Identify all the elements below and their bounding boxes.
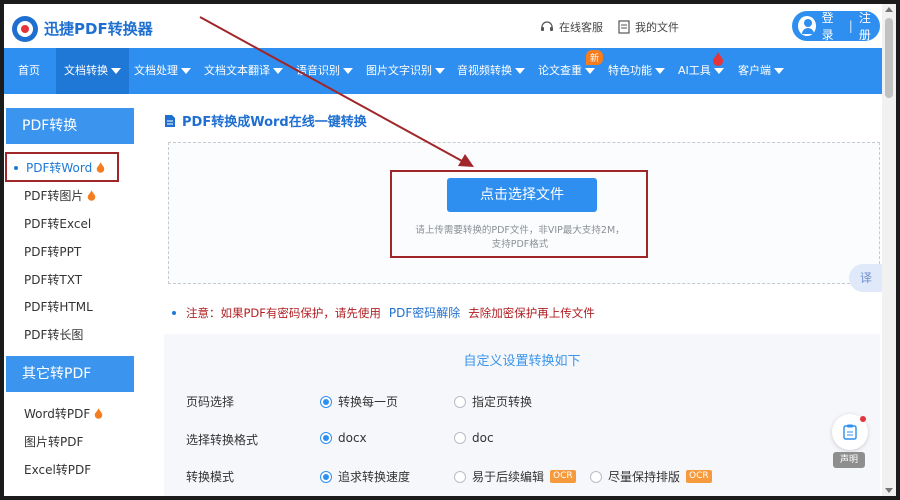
sidebar-item-word-to-pdf[interactable]: Word转PDF bbox=[24, 405, 103, 422]
clipboard-icon bbox=[843, 424, 857, 440]
format-selection-label: 选择转换格式 bbox=[186, 433, 259, 447]
hot-fire-icon bbox=[713, 52, 723, 66]
radio-unchecked-icon bbox=[454, 395, 466, 408]
radio-convert-every-page[interactable]: 转换每一页 bbox=[320, 393, 398, 410]
my-files-label: 我的文件 bbox=[635, 21, 679, 34]
sidebar-item-pdf-to-image[interactable]: PDF转图片 bbox=[24, 187, 96, 204]
sidebar-item-pdf-to-ppt[interactable]: PDF转PPT bbox=[24, 243, 81, 260]
chevron-down-icon bbox=[111, 68, 121, 74]
nav-item-av-convert[interactable]: 音视频转换 bbox=[457, 48, 525, 94]
my-files-link[interactable]: 我的文件 bbox=[618, 19, 679, 35]
hot-fire-icon bbox=[96, 162, 105, 173]
sidebar-item-pdf-to-txt[interactable]: PDF转TXT bbox=[24, 271, 82, 288]
radio-mode-editable[interactable]: 易于后续编辑 OCR bbox=[454, 468, 576, 485]
scroll-up-icon[interactable] bbox=[885, 7, 893, 12]
online-service-label: 在线客服 bbox=[559, 21, 603, 34]
chevron-down-icon bbox=[181, 68, 191, 74]
nav-item-home[interactable]: 首页 bbox=[18, 48, 40, 94]
nav-item-speech[interactable]: 语音识别 bbox=[296, 48, 353, 94]
nav-item-doc-translate[interactable]: 文档文本翻译 bbox=[204, 48, 283, 94]
login-label[interactable]: 登录 bbox=[822, 9, 843, 43]
conversion-mode-label: 转换模式 bbox=[186, 470, 235, 484]
chevron-down-icon bbox=[655, 68, 665, 74]
sidebar-section-other-to-pdf[interactable]: 其它转PDF bbox=[6, 356, 134, 392]
hot-fire-icon bbox=[88, 190, 96, 201]
notice-suffix: 去除加密保护再上传文件 bbox=[468, 305, 595, 320]
radio-unchecked-icon bbox=[454, 470, 466, 483]
chevron-down-icon bbox=[273, 68, 283, 74]
radio-mode-keep-layout[interactable]: 尽量保持排版 OCR bbox=[590, 468, 712, 485]
radio-checked-icon bbox=[320, 395, 332, 408]
main-nav: 首页 文档转换 文档处理 文档文本翻译 语音识别 图片文字识别 音视频转换 论文… bbox=[4, 48, 882, 94]
chevron-down-icon bbox=[435, 68, 445, 74]
statement-label: 声明 bbox=[833, 452, 865, 468]
chevron-down-icon bbox=[585, 68, 595, 74]
statement-floating-button[interactable] bbox=[832, 414, 868, 450]
sidebar-item-image-to-pdf[interactable]: 图片转PDF bbox=[24, 433, 83, 450]
headset-icon bbox=[541, 21, 553, 31]
register-label[interactable]: 注册 bbox=[859, 9, 880, 43]
settings-title: 自定义设置转换如下 bbox=[463, 354, 581, 369]
document-icon bbox=[165, 114, 175, 127]
annotation-box-upload bbox=[390, 170, 648, 258]
login-separator: | bbox=[848, 19, 853, 33]
radio-unchecked-icon bbox=[590, 470, 602, 483]
radio-checked-icon bbox=[320, 432, 332, 444]
chevron-down-icon bbox=[515, 68, 525, 74]
nav-item-client[interactable]: 客户端 bbox=[738, 48, 784, 94]
nav-item-doc-convert[interactable]: 文档转换 bbox=[56, 48, 129, 94]
page-scrollbar[interactable] bbox=[882, 4, 896, 496]
password-notice: 注意：如果PDF有密码保护，请先使用 PDF密码解除 去除加密保护再上传文件 bbox=[172, 304, 595, 321]
bullet-icon bbox=[172, 310, 176, 315]
online-service-link[interactable]: 在线客服 bbox=[540, 19, 603, 35]
chevron-down-icon bbox=[774, 68, 784, 74]
conversion-settings-panel: 自定义设置转换如下 页码选择 转换每一页 指定页转换 选择转换格式 docx d… bbox=[164, 334, 880, 496]
nav-item-doc-process[interactable]: 文档处理 bbox=[134, 48, 191, 94]
sidebar-item-pdf-to-html[interactable]: PDF转HTML bbox=[24, 298, 93, 315]
sidebar: PDF转换 PDF转Word PDF转图片 PDF转Excel PDF转PPT … bbox=[4, 94, 154, 496]
radio-format-docx[interactable]: docx bbox=[320, 431, 367, 445]
sidebar-item-pdf-to-excel[interactable]: PDF转Excel bbox=[24, 215, 91, 232]
file-icon bbox=[618, 20, 630, 34]
sidebar-item-pdf-to-long-image[interactable]: PDF转长图 bbox=[24, 326, 83, 343]
nav-item-features[interactable]: 特色功能 bbox=[608, 48, 665, 94]
page-title: PDF转换成Word在线一键转换 bbox=[164, 111, 367, 130]
scroll-down-icon[interactable] bbox=[885, 488, 893, 493]
page-selection-label: 页码选择 bbox=[186, 395, 235, 409]
user-avatar-icon bbox=[798, 16, 816, 36]
ocr-badge: OCR bbox=[550, 470, 576, 483]
nav-item-image-ocr[interactable]: 图片文字识别 bbox=[366, 48, 445, 94]
hot-fire-icon bbox=[94, 408, 103, 419]
pdf-unlock-link[interactable]: PDF密码解除 bbox=[389, 304, 460, 321]
translate-floating-button[interactable]: 译 bbox=[849, 264, 883, 292]
radio-mode-speed[interactable]: 追求转换速度 bbox=[320, 468, 410, 485]
bullet-icon bbox=[14, 165, 18, 170]
radio-unchecked-icon bbox=[454, 432, 466, 444]
app-logo-icon[interactable] bbox=[10, 14, 40, 44]
sidebar-item-pdf-to-word[interactable]: PDF转Word bbox=[14, 159, 105, 176]
notification-dot bbox=[860, 416, 866, 422]
radio-specific-pages[interactable]: 指定页转换 bbox=[454, 393, 532, 410]
scroll-thumb[interactable] bbox=[885, 18, 893, 98]
top-header: 迅捷PDF转换器 在线客服 我的文件 bbox=[4, 4, 882, 48]
ocr-badge: OCR bbox=[686, 470, 712, 483]
login-register-button[interactable]: 登录 | 注册 bbox=[792, 9, 880, 43]
radio-checked-icon bbox=[320, 470, 332, 483]
sidebar-section-pdf-convert[interactable]: PDF转换 bbox=[6, 108, 134, 144]
chevron-down-icon bbox=[343, 68, 353, 74]
page-title-text: PDF转换成Word在线一键转换 bbox=[182, 115, 367, 130]
notice-prefix: 注意：如果PDF有密码保护，请先使用 bbox=[186, 305, 381, 320]
brand-name[interactable]: 迅捷PDF转换器 bbox=[44, 18, 153, 39]
new-badge: 新 bbox=[586, 50, 604, 65]
sidebar-item-excel-to-pdf[interactable]: Excel转PDF bbox=[24, 461, 91, 478]
chevron-down-icon bbox=[713, 68, 724, 74]
radio-format-doc[interactable]: doc bbox=[454, 431, 494, 445]
